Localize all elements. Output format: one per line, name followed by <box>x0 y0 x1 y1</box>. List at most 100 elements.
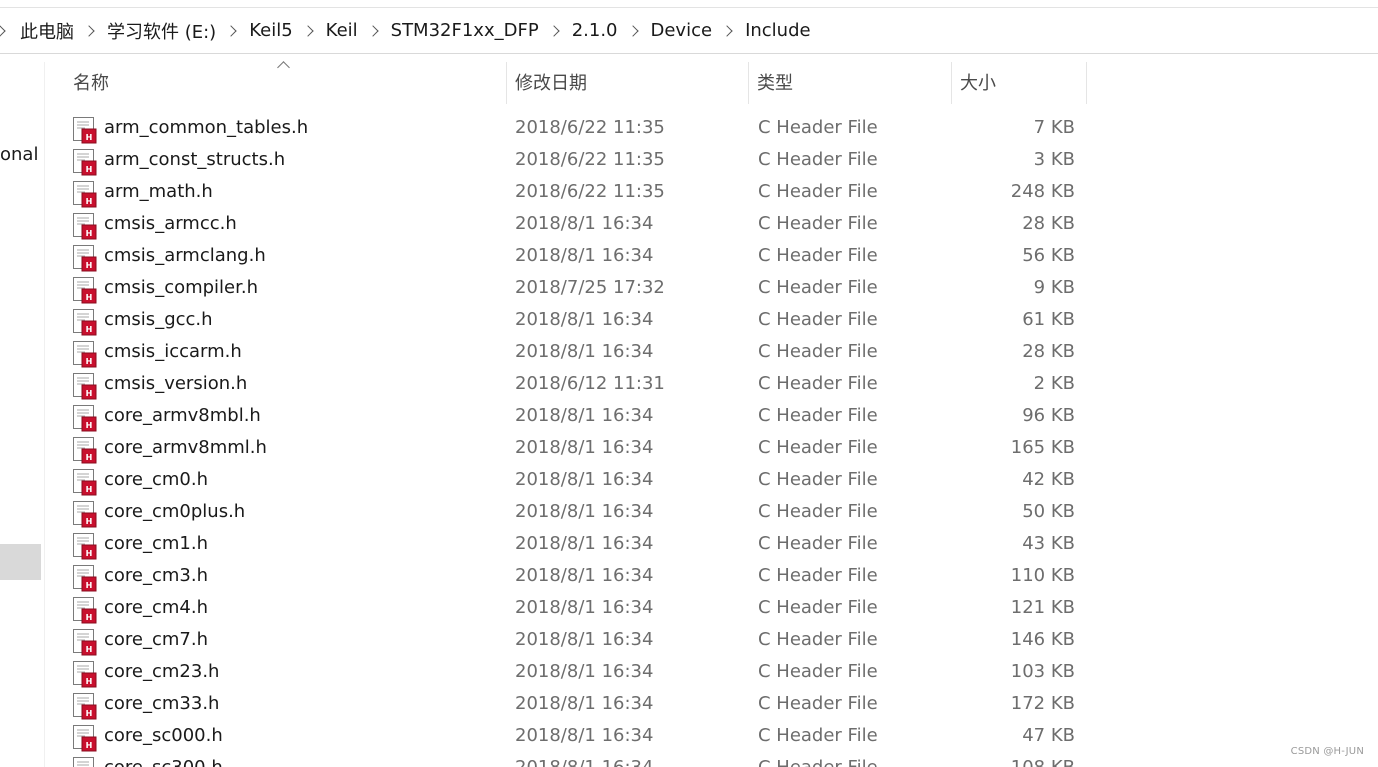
file-row[interactable]: Hcore_cm23.h 2018/8/1 16:34 C Header File 1… <box>45 657 1088 689</box>
breadcrumb-item[interactable]: Keil5 <box>249 20 292 41</box>
file-name[interactable]: core_cm0plus.h <box>104 501 245 522</box>
file-name[interactable]: cmsis_version.h <box>104 373 247 394</box>
column-divider[interactable] <box>1086 62 1087 104</box>
file-row[interactable]: Hcore_cm3.h 2018/8/1 16:34 C Header File 11… <box>45 561 1088 593</box>
file-row[interactable]: Hcore_cm7.h 2018/8/1 16:34 C Header File 14… <box>45 625 1088 657</box>
file-row[interactable]: Hcmsis_armcc.h 2018/8/1 16:34 C Header Fil… <box>45 209 1088 241</box>
nav-item-selected[interactable] <box>0 544 41 580</box>
file-row[interactable]: Hcore_sc300.h 2018/8/1 16:34 C Header File… <box>45 753 1088 767</box>
file-row[interactable]: Hcmsis_compiler.h 2018/7/25 17:32 C Header… <box>45 273 1088 305</box>
file-date: 2018/6/12 11:31 <box>515 373 665 394</box>
file-name[interactable]: core_cm33.h <box>104 693 219 714</box>
file-name[interactable]: core_cm4.h <box>104 597 208 618</box>
watermark: CSDN @H-JUN <box>1290 746 1364 757</box>
chevron-right-icon[interactable] <box>301 24 314 37</box>
file-row[interactable]: Hcore_cm0.h 2018/8/1 16:34 C Header File 42… <box>45 465 1088 497</box>
chevron-right-icon[interactable] <box>366 24 379 37</box>
file-row[interactable]: Hcmsis_gcc.h 2018/8/1 16:34 C Header File 6… <box>45 305 1088 337</box>
file-size: 248 KB <box>1010 181 1075 202</box>
file-name[interactable]: core_cm1.h <box>104 533 208 554</box>
file-row[interactable]: Hcore_cm1.h 2018/8/1 16:34 C Header File 43… <box>45 529 1088 561</box>
file-name[interactable]: arm_common_tables.h <box>104 117 308 138</box>
column-header-name[interactable]: 名称 <box>73 62 506 104</box>
breadcrumb-item[interactable]: 2.1.0 <box>572 20 618 41</box>
svg-text:H: H <box>86 581 93 590</box>
c-header-file-icon: H <box>73 149 97 176</box>
file-date: 2018/8/1 16:34 <box>515 213 654 234</box>
chevron-right-icon[interactable] <box>0 24 6 37</box>
breadcrumb-item[interactable]: 此电脑 <box>20 18 74 44</box>
file-type: C Header File <box>758 725 878 746</box>
file-name[interactable]: core_armv8mml.h <box>104 437 267 458</box>
file-size: 146 KB <box>1010 629 1075 650</box>
file-name[interactable]: core_armv8mbl.h <box>104 405 261 426</box>
file-type: C Header File <box>758 501 878 522</box>
svg-text:H: H <box>86 389 93 398</box>
chevron-right-icon[interactable] <box>548 24 560 37</box>
chevron-right-icon[interactable] <box>83 24 95 37</box>
file-date: 2018/8/1 16:34 <box>515 437 654 458</box>
svg-text:H: H <box>86 421 93 430</box>
svg-text:H: H <box>86 677 93 686</box>
file-size: 108 KB <box>960 757 1075 767</box>
svg-text:H: H <box>86 613 93 622</box>
breadcrumb-item[interactable]: Include <box>745 20 811 41</box>
chevron-right-icon[interactable] <box>626 24 639 37</box>
file-name[interactable]: cmsis_iccarm.h <box>104 341 242 362</box>
file-name[interactable]: core_sc000.h <box>104 725 223 746</box>
file-size: 56 KB <box>1022 245 1075 266</box>
file-row[interactable]: Hcore_armv8mbl.h 2018/8/1 16:34 C Header F… <box>45 401 1088 433</box>
file-row[interactable]: Hcore_armv8mml.h 2018/8/1 16:34 C Header F… <box>45 433 1088 465</box>
file-row[interactable]: Hcore_cm0plus.h 2018/8/1 16:34 C Header Fi… <box>45 497 1088 529</box>
file-type: C Header File <box>758 661 878 682</box>
file-name[interactable]: core_sc300.h <box>104 757 223 767</box>
breadcrumb-item[interactable]: STM32F1xx_DFP <box>391 20 539 41</box>
file-row[interactable]: Harm_common_tables.h 2018/6/22 11:35 C Hea… <box>45 113 1088 145</box>
file-date: 2018/8/1 16:34 <box>515 693 654 714</box>
file-name[interactable]: core_cm7.h <box>104 629 208 650</box>
svg-text:H: H <box>86 549 93 558</box>
file-name[interactable]: arm_const_structs.h <box>104 149 285 170</box>
nav-item-label[interactable]: onal <box>0 144 38 165</box>
svg-text:H: H <box>86 197 93 206</box>
file-date: 2018/6/22 11:35 <box>515 181 665 202</box>
c-header-file-icon: H <box>73 501 97 528</box>
file-row[interactable]: Hcore_cm4.h 2018/8/1 16:34 C Header File 12… <box>45 593 1088 625</box>
file-row[interactable]: Harm_math.h 2018/6/22 11:35 C Header File 2… <box>45 177 1088 209</box>
file-type: C Header File <box>758 277 878 298</box>
file-row[interactable]: Hcore_sc000.h 2018/8/1 16:34 C Header File… <box>45 721 1088 753</box>
file-size: 121 KB <box>1010 597 1075 618</box>
column-divider[interactable] <box>506 62 507 104</box>
address-bar[interactable]: 此电脑 学习软件 (E:) Keil5 Keil STM32F1xx_DFP 2.1.0 D… <box>0 8 1378 54</box>
file-name[interactable]: core_cm23.h <box>104 661 219 682</box>
file-name[interactable]: arm_math.h <box>104 181 213 202</box>
breadcrumb-item[interactable]: Keil <box>326 20 358 41</box>
file-row[interactable]: Hcore_cm33.h 2018/8/1 16:34 C Header File 1… <box>45 689 1088 721</box>
c-header-file-icon: H <box>73 533 97 560</box>
file-row[interactable]: Hcmsis_armclang.h 2018/8/1 16:34 C Header … <box>45 241 1088 273</box>
file-name[interactable]: cmsis_compiler.h <box>104 277 258 298</box>
column-header-date[interactable]: 修改日期 <box>515 62 748 104</box>
file-name[interactable]: core_cm0.h <box>104 469 208 490</box>
column-divider[interactable] <box>748 62 749 104</box>
file-row[interactable]: Hcmsis_version.h 2018/6/12 11:31 C Header … <box>45 369 1088 401</box>
file-row[interactable]: Hcmsis_iccarm.h 2018/8/1 16:34 C Header Fi… <box>45 337 1088 369</box>
column-divider[interactable] <box>951 62 952 104</box>
c-header-file-icon: H <box>73 341 97 368</box>
file-name[interactable]: core_cm3.h <box>104 565 208 586</box>
file-name[interactable]: cmsis_armcc.h <box>104 213 237 234</box>
file-name[interactable]: cmsis_gcc.h <box>104 309 213 330</box>
c-header-file-icon: H <box>73 309 97 336</box>
svg-text:H: H <box>86 229 93 238</box>
chevron-right-icon[interactable] <box>721 24 733 37</box>
chevron-right-icon[interactable] <box>225 24 237 37</box>
navigation-pane[interactable]: onal <box>0 62 44 767</box>
breadcrumb-item[interactable]: 学习软件 (E:) <box>107 18 216 44</box>
breadcrumb-item[interactable]: Device <box>651 20 713 41</box>
column-header-type[interactable]: 类型 <box>757 62 951 104</box>
column-header-size[interactable]: 大小 <box>960 62 1086 104</box>
file-type: C Header File <box>758 469 878 490</box>
file-row[interactable]: Harm_const_structs.h 2018/6/22 11:35 C Hea… <box>45 145 1088 177</box>
file-type: C Header File <box>758 341 878 362</box>
file-name[interactable]: cmsis_armclang.h <box>104 245 266 266</box>
